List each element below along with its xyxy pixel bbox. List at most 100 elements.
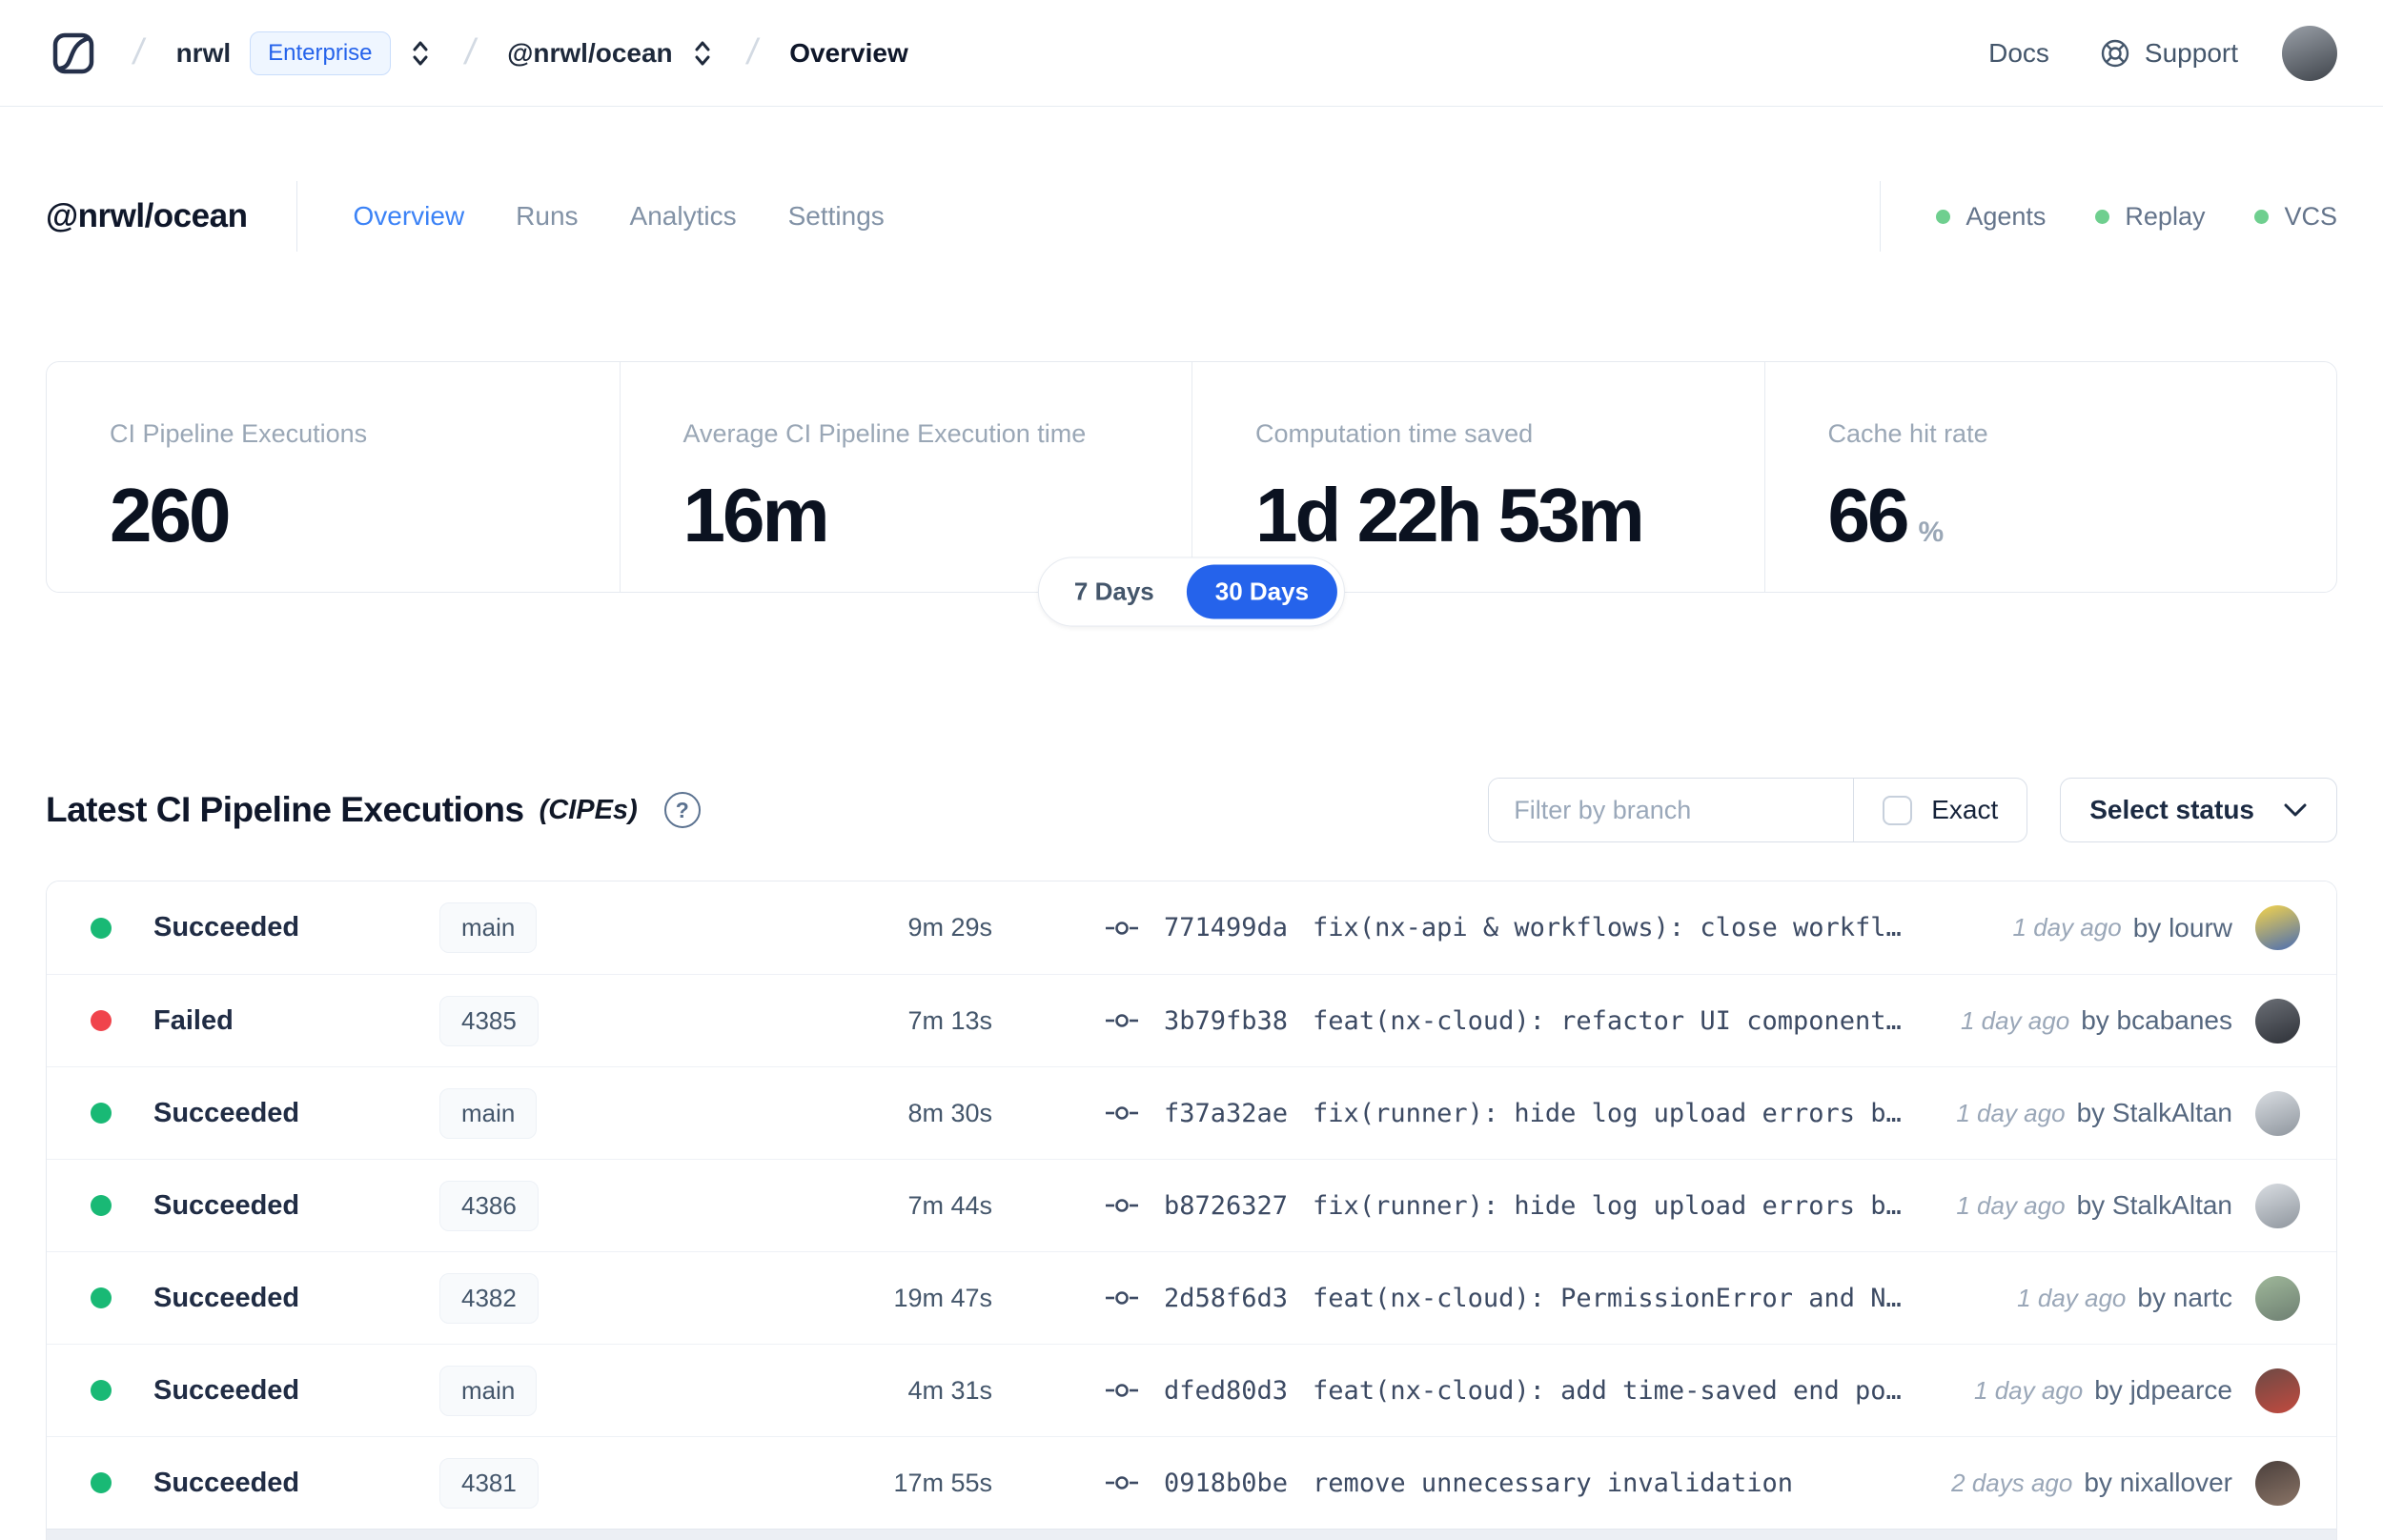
tab-settings[interactable]: Settings bbox=[788, 201, 885, 232]
stat-ci-pipeline-executions: CI Pipeline Executions 260 bbox=[110, 419, 368, 557]
breadcrumb-org[interactable]: nrwl bbox=[176, 38, 232, 69]
branch-badge: main bbox=[439, 1087, 538, 1139]
table-row[interactable]: Succeeded 4386 7m 44s b8726327 fix(runner… bbox=[47, 1159, 2336, 1251]
branch-badge: 4381 bbox=[439, 1457, 539, 1509]
author: by nixallover bbox=[2084, 1468, 2232, 1497]
table-row[interactable]: Succeeded 4381 17m 55s 0918b0be remove un… bbox=[47, 1436, 2336, 1529]
lifebuoy-icon bbox=[2099, 37, 2131, 70]
author-avatar bbox=[2255, 1368, 2300, 1413]
status-label: Succeeded bbox=[153, 1189, 300, 1221]
status-indicators: Agents Replay VCS bbox=[1936, 202, 2337, 232]
stat-cache-hit-rate: Cache hit rate 66% bbox=[1763, 362, 2337, 592]
enterprise-badge: Enterprise bbox=[250, 30, 391, 75]
branch-filter-input[interactable] bbox=[1489, 779, 1854, 841]
commit-icon bbox=[1105, 1471, 1139, 1494]
status-dot-icon bbox=[91, 1380, 112, 1401]
status-label: Failed bbox=[153, 1004, 234, 1036]
help-icon[interactable]: ? bbox=[663, 792, 701, 828]
commit-icon bbox=[1105, 1194, 1139, 1217]
breadcrumb-page: Overview bbox=[789, 37, 908, 68]
author: by StalkAltan bbox=[2076, 1098, 2232, 1127]
divider bbox=[1880, 181, 1882, 252]
green-dot-icon bbox=[2095, 209, 2110, 224]
time-ago: 1 day ago bbox=[1974, 1375, 2084, 1405]
tab-runs[interactable]: Runs bbox=[516, 201, 578, 232]
commit-icon bbox=[1105, 917, 1139, 940]
support-link[interactable]: Support bbox=[2099, 37, 2238, 70]
cipes-table: Succeeded main 9m 29s 771499da fix(nx-api… bbox=[46, 881, 2337, 1540]
author-avatar bbox=[2255, 1460, 2300, 1506]
author: by StalkAltan bbox=[2076, 1190, 2232, 1220]
commit-hash: 0918b0be bbox=[1164, 1468, 1289, 1498]
chevron-down-icon bbox=[2283, 802, 2308, 818]
branch-badge: 4385 bbox=[439, 995, 539, 1046]
select-status-dropdown[interactable]: Select status bbox=[2060, 778, 2337, 842]
status-dot-icon bbox=[91, 917, 112, 939]
time-ago: 1 day ago bbox=[1960, 1005, 2070, 1035]
tab-analytics[interactable]: Analytics bbox=[630, 201, 737, 232]
commit-hash: 3b79fb38 bbox=[1164, 1005, 1289, 1036]
author-avatar bbox=[2255, 905, 2300, 950]
commit-icon bbox=[1105, 1379, 1139, 1402]
range-7-days-button[interactable]: 7 Days bbox=[1046, 565, 1183, 619]
breadcrumb-workspace[interactable]: @nrwl/ocean bbox=[507, 38, 673, 69]
org-switcher-chevron-updown-icon[interactable] bbox=[408, 37, 433, 70]
commit-message: feat(nx-cloud): refactor UI component… bbox=[1313, 1005, 1902, 1036]
author-avatar bbox=[2255, 998, 2300, 1044]
workspace-header: @nrwl/ocean Overview Runs Analytics Sett… bbox=[0, 160, 2383, 273]
duration: 19m 47s bbox=[893, 1283, 992, 1312]
author: by jdpearce bbox=[2094, 1375, 2232, 1405]
author-avatar bbox=[2255, 1275, 2300, 1321]
table-row[interactable]: Succeeded main 9m 29s 771499da fix(nx-api… bbox=[47, 881, 2336, 974]
author: by lourw bbox=[2132, 912, 2232, 942]
cipes-title: Latest CI Pipeline Executions bbox=[46, 790, 524, 829]
time-ago: 1 day ago bbox=[2012, 913, 2122, 942]
branch-badge: main bbox=[439, 1365, 538, 1416]
status-dot-icon bbox=[91, 1103, 112, 1124]
branch-badge: 4386 bbox=[439, 1180, 539, 1231]
commit-icon bbox=[1105, 1287, 1139, 1309]
green-dot-icon bbox=[1936, 209, 1951, 224]
table-row[interactable]: Succeeded main 4m 31s dfed80d3 feat(nx-cl… bbox=[47, 1344, 2336, 1436]
duration: 9m 29s bbox=[907, 913, 992, 942]
commit-hash: dfed80d3 bbox=[1164, 1375, 1289, 1406]
cipes-title-suffix: (CIPEs) bbox=[539, 794, 638, 825]
branch-filter-group: Exact bbox=[1488, 778, 2028, 842]
exact-checkbox[interactable] bbox=[1883, 795, 1913, 825]
status-label: Succeeded bbox=[153, 1374, 300, 1406]
time-ago: 1 day ago bbox=[1956, 1098, 2066, 1127]
table-row[interactable]: Succeeded main 8m 30s f37a32ae fix(runner… bbox=[47, 1066, 2336, 1159]
workspace-switcher-chevron-updown-icon[interactable] bbox=[690, 37, 715, 70]
indicator-vcs[interactable]: VCS bbox=[2254, 202, 2337, 232]
range-30-days-button[interactable]: 30 Days bbox=[1186, 564, 1338, 619]
indicator-replay[interactable]: Replay bbox=[2095, 202, 2205, 232]
divider bbox=[296, 181, 298, 252]
percent-suffix: % bbox=[1918, 517, 1945, 548]
author: by nartc bbox=[2137, 1283, 2232, 1312]
commit-hash: f37a32ae bbox=[1164, 1098, 1289, 1128]
commit-hash: 771499da bbox=[1164, 913, 1289, 942]
commit-icon bbox=[1105, 1009, 1139, 1032]
indicator-agents[interactable]: Agents bbox=[1936, 202, 2046, 232]
top-bar: / nrwl Enterprise / @nrwl/ocean / Overvi… bbox=[0, 0, 2383, 107]
table-row[interactable]: Failed 4385 7m 13s 3b79fb38 feat(nx-cloud… bbox=[47, 974, 2336, 1066]
page-title: @nrwl/ocean bbox=[46, 197, 248, 234]
date-range-toggle: 7 Days 30 Days bbox=[1037, 557, 1346, 627]
commit-message: feat(nx-cloud): PermissionError and N… bbox=[1313, 1283, 1902, 1313]
support-label: Support bbox=[2144, 37, 2238, 68]
status-dot-icon bbox=[91, 1195, 112, 1216]
green-dot-icon bbox=[2254, 209, 2270, 224]
nx-cloud-logo-icon[interactable] bbox=[46, 26, 101, 81]
tab-overview[interactable]: Overview bbox=[353, 201, 464, 232]
duration: 8m 30s bbox=[907, 1098, 992, 1127]
commit-message: fix(runner): hide log upload errors b… bbox=[1313, 1098, 1902, 1128]
status-dot-icon bbox=[91, 1010, 112, 1031]
author-avatar bbox=[2255, 1090, 2300, 1136]
user-avatar[interactable] bbox=[2282, 25, 2337, 81]
exact-toggle[interactable]: Exact bbox=[1854, 779, 2027, 841]
table-row[interactable]: Succeeded 4382 19m 47s 2d58f6d3 feat(nx-c… bbox=[47, 1251, 2336, 1344]
time-ago: 1 day ago bbox=[1956, 1190, 2066, 1220]
docs-link[interactable]: Docs bbox=[1988, 38, 2049, 69]
breadcrumb-separator: / bbox=[130, 32, 148, 72]
time-ago: 2 days ago bbox=[1951, 1468, 2073, 1497]
